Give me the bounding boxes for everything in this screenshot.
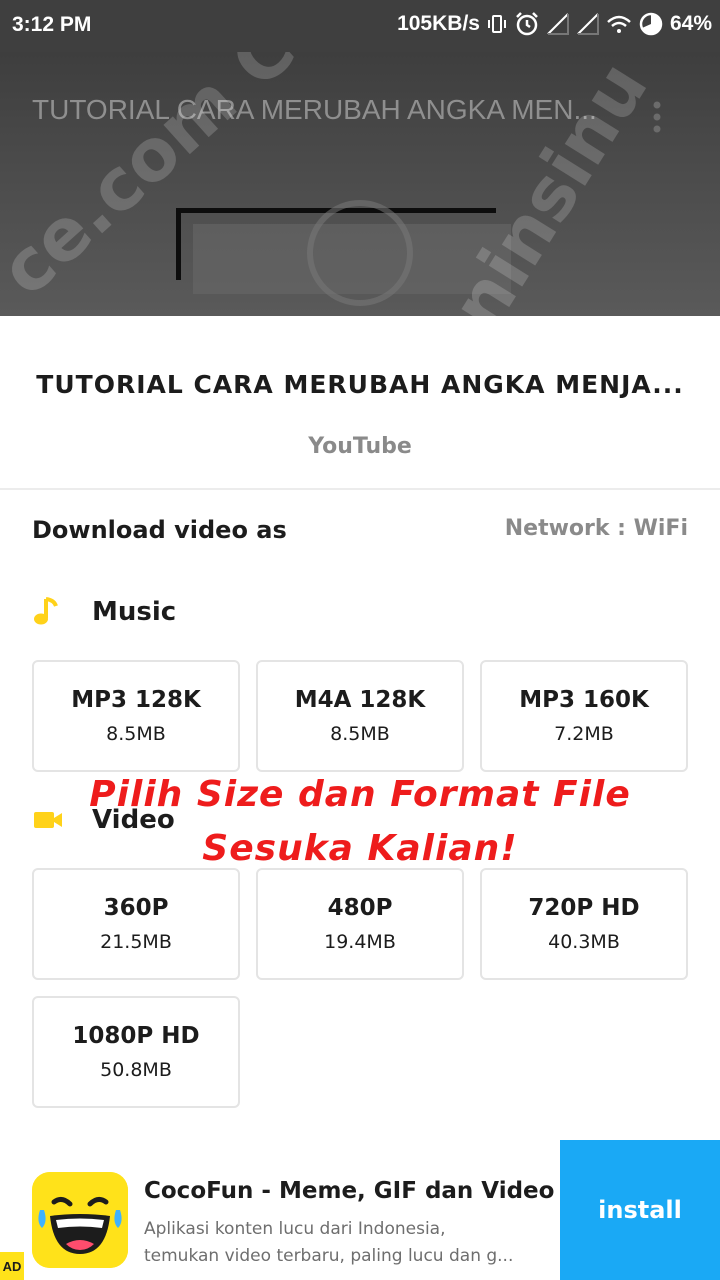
network-status: Network : WiFi [504, 516, 688, 541]
install-button[interactable]: install [560, 1140, 720, 1280]
app-icon[interactable] [32, 1172, 128, 1268]
download-label: Download video as [32, 516, 287, 544]
battery-percent: 64% [669, 12, 712, 35]
format-name: M4A 128K [294, 687, 426, 713]
wifi-icon [606, 13, 632, 35]
signal-icon [576, 12, 600, 36]
ad-banner[interactable]: CocoFun - Meme, GIF dan Video Aplikasi k… [0, 1140, 720, 1280]
sheet-title: TUTORIAL CARA MERUBAH ANGKA MENJA... [36, 370, 684, 399]
format-option-720p-hd[interactable]: 720P HD 40.3MB [480, 868, 688, 980]
format-option-m4a-128k[interactable]: M4A 128K 8.5MB [256, 660, 464, 772]
format-size: 40.3MB [548, 931, 620, 953]
section-music: Music [32, 592, 176, 632]
overlay-caption: Pilih Size dan Format File [89, 774, 631, 815]
divider [0, 488, 720, 490]
status-icons: 105KB/s 64% [397, 11, 712, 37]
format-option-1080p-hd[interactable]: 1080P HD 50.8MB [32, 996, 240, 1108]
format-size: 19.4MB [324, 931, 396, 953]
app-name[interactable]: CocoFun - Meme, GIF dan Video [144, 1178, 554, 1204]
status-time: 3:12 PM [12, 13, 92, 36]
sheet-source: YouTube [308, 434, 412, 459]
format-name: MP3 128K [71, 687, 201, 713]
ad-badge: AD [0, 1252, 24, 1280]
format-option-mp3-128k[interactable]: MP3 128K 8.5MB [32, 660, 240, 772]
format-option-480p[interactable]: 480P 19.4MB [256, 868, 464, 980]
status-bar: 3:12 PM 105KB/s 64% [0, 0, 720, 52]
video-player[interactable]: TUTORIAL CARA MERUBAH ANGKA MEN... ce.co… [0, 52, 720, 316]
app-description-line: Aplikasi konten lucu dari Indonesia, [144, 1219, 446, 1239]
overlay-caption: Sesuka Kalian! [202, 828, 518, 869]
video-title: TUTORIAL CARA MERUBAH ANGKA MEN... [32, 94, 597, 125]
more-options-icon[interactable] [650, 100, 664, 138]
format-option-360p[interactable]: 360P 21.5MB [32, 868, 240, 980]
format-size: 8.5MB [106, 723, 166, 745]
format-name: 360P [103, 895, 169, 921]
app-description-line: temukan video terbaru, paling lucu dan g… [144, 1246, 514, 1266]
format-name: MP3 160K [519, 687, 649, 713]
music-note-icon [32, 592, 76, 632]
format-name: 480P [327, 895, 393, 921]
format-size: 7.2MB [554, 723, 614, 745]
format-name: 720P HD [528, 895, 640, 921]
format-size: 50.8MB [100, 1059, 172, 1081]
battery-icon [638, 11, 664, 37]
section-label: Music [92, 597, 177, 627]
signal-icon [546, 12, 570, 36]
alarm-icon [514, 11, 540, 37]
video-frame-line [176, 208, 181, 280]
play-button[interactable] [307, 200, 413, 306]
vibrate-icon [486, 13, 508, 35]
format-option-mp3-160k[interactable]: MP3 160K 7.2MB [480, 660, 688, 772]
format-size: 21.5MB [100, 931, 172, 953]
network-speed: 105KB/s [397, 12, 480, 35]
app-description: Aplikasi konten lucu dari Indonesia, tem… [144, 1216, 546, 1270]
format-name: 1080P HD [72, 1023, 200, 1049]
format-size: 8.5MB [330, 723, 390, 745]
